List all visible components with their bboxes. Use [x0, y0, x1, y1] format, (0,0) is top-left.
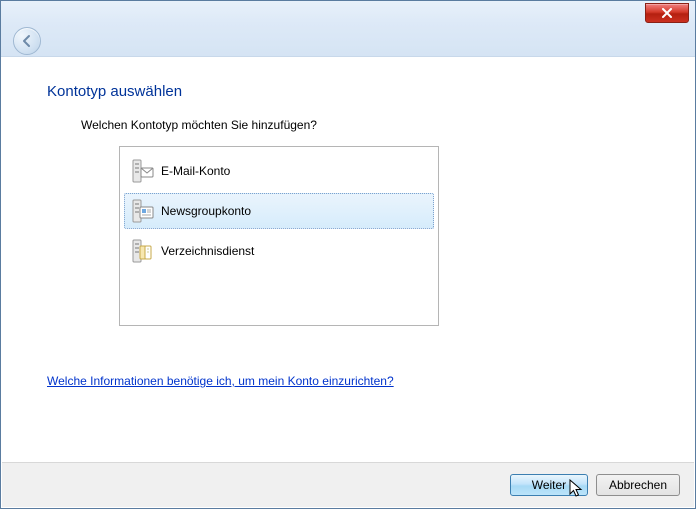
- page-title: Kontotyp auswählen: [47, 83, 677, 100]
- next-button[interactable]: Weiter: [510, 474, 588, 496]
- server-mail-icon: [129, 158, 155, 184]
- option-newsgroup[interactable]: Newsgroupkonto: [124, 193, 434, 229]
- help-link[interactable]: Welche Informationen benötige ich, um me…: [47, 374, 394, 388]
- option-directory[interactable]: Verzeichnisdienst: [124, 233, 434, 269]
- option-directory-label: Verzeichnisdienst: [161, 244, 254, 258]
- server-news-icon: [129, 198, 155, 224]
- server-directory-icon: [129, 238, 155, 264]
- option-email-label: E-Mail-Konto: [161, 164, 230, 178]
- back-button[interactable]: [13, 27, 41, 55]
- wizard-window: Kontotyp auswählen Welchen Kontotyp möch…: [0, 0, 696, 509]
- titlebar: [1, 1, 695, 57]
- close-button[interactable]: [645, 3, 689, 23]
- cancel-button[interactable]: Abbrechen: [596, 474, 680, 496]
- option-email[interactable]: E-Mail-Konto: [124, 153, 434, 189]
- content-area: Kontotyp auswählen Welchen Kontotyp möch…: [19, 61, 677, 458]
- option-newsgroup-label: Newsgroupkonto: [161, 204, 251, 218]
- button-bar: Weiter Abbrechen: [2, 462, 694, 507]
- prompt-text: Welchen Kontotyp möchten Sie hinzufügen?: [81, 118, 677, 132]
- account-type-list: E-Mail-Konto Newsgro: [119, 146, 439, 326]
